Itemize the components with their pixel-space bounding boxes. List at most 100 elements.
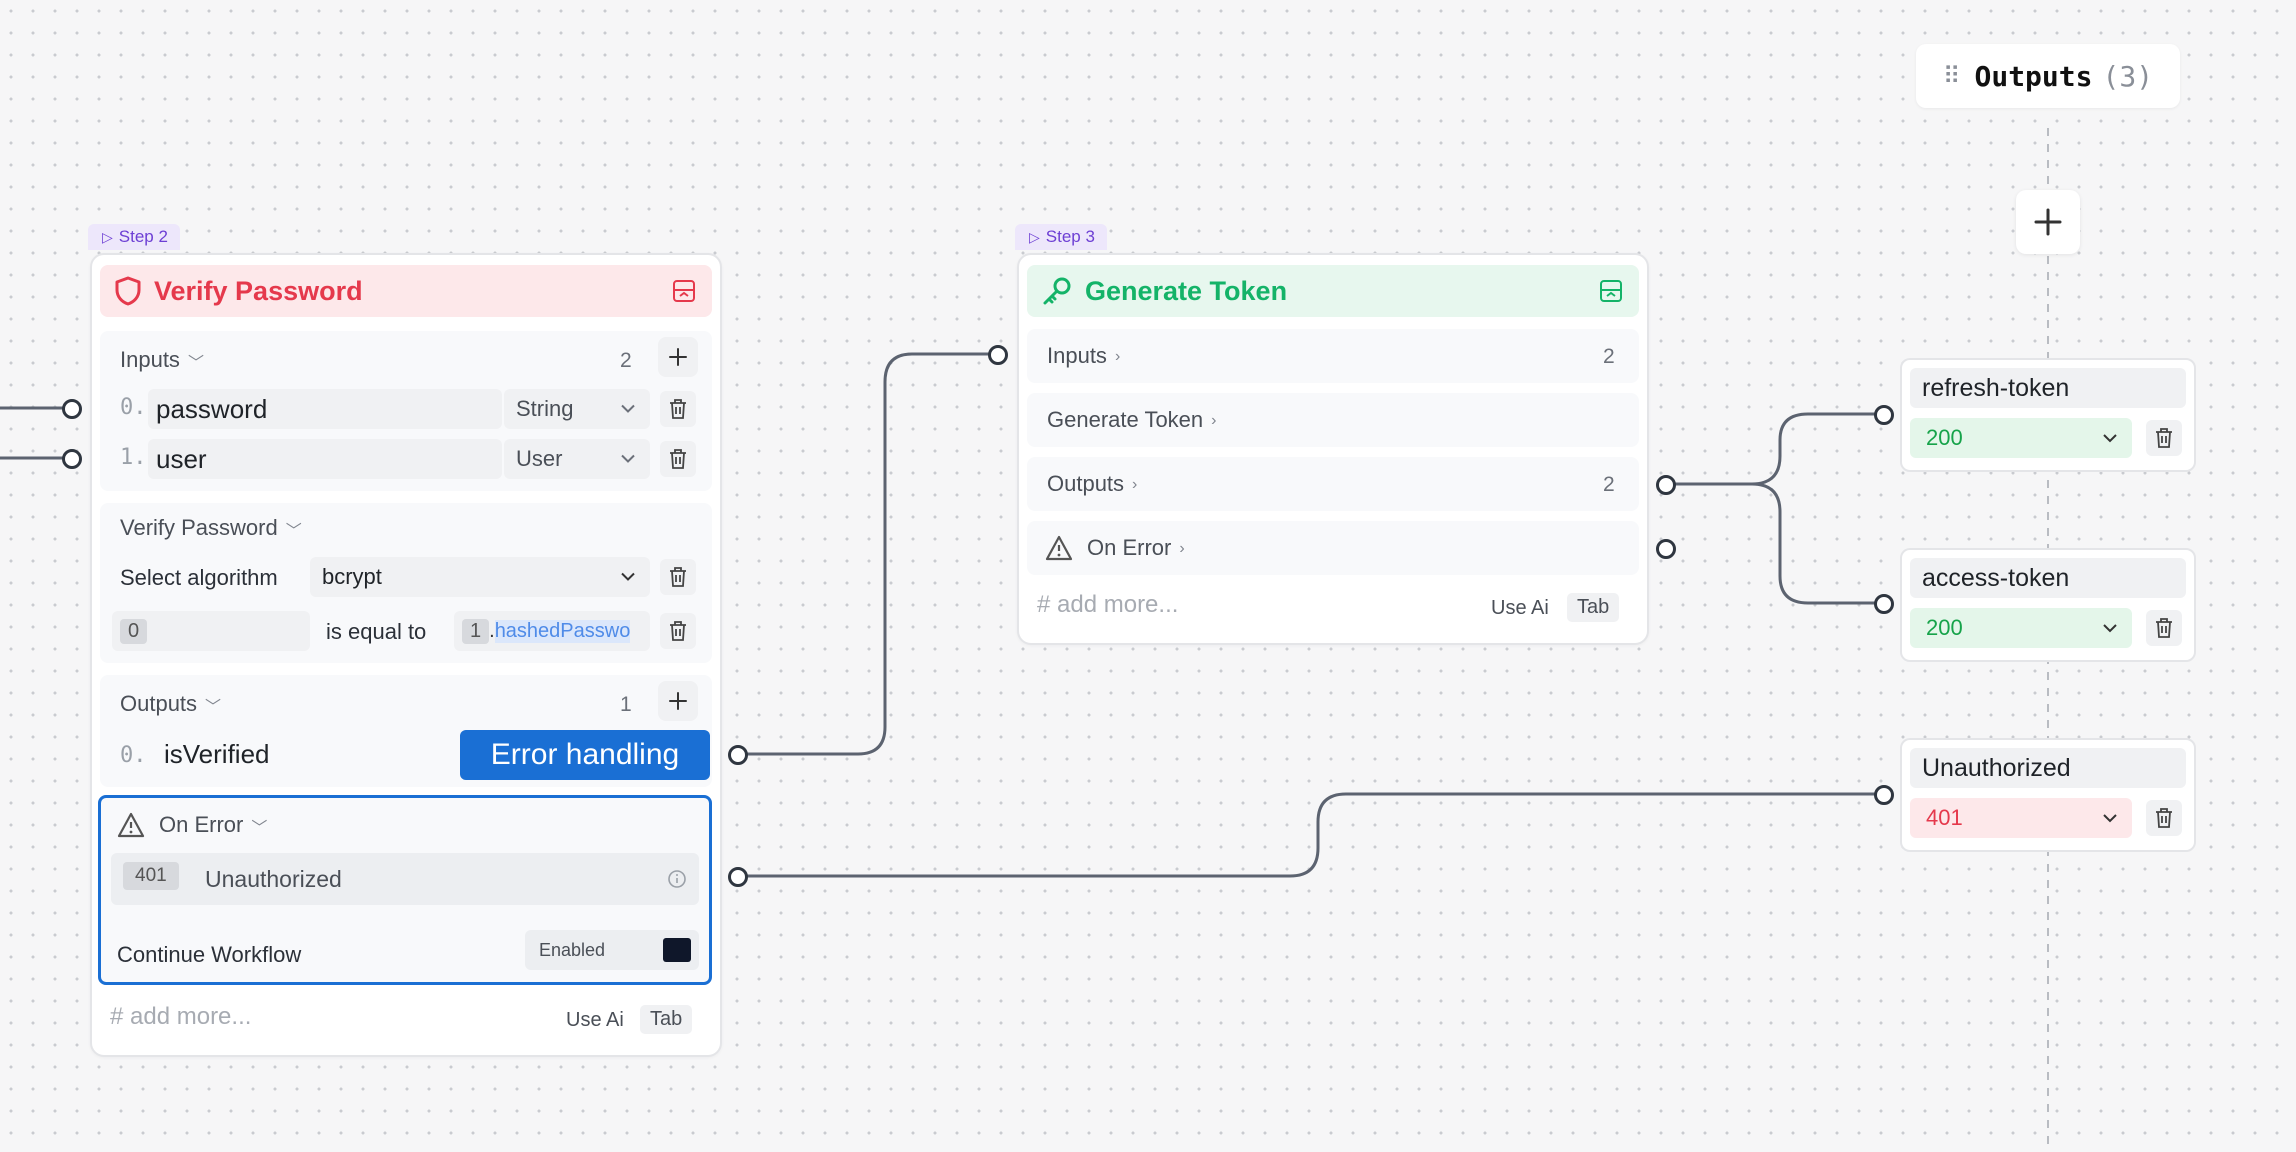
operator-label: is equal to <box>326 619 427 644</box>
outputs-count: 1 <box>620 693 632 716</box>
step3-output-port[interactable] <box>1656 475 1676 495</box>
chevron-down-icon <box>2103 814 2117 823</box>
output-port-isverified[interactable] <box>728 745 748 765</box>
input-port-user[interactable] <box>62 449 82 469</box>
step3-input-port[interactable] <box>988 345 1008 365</box>
generate-token-header[interactable]: Generate Token <box>1027 265 1639 317</box>
toggle-knob <box>663 938 691 962</box>
chevron-down-icon <box>621 404 635 413</box>
info-icon[interactable] <box>667 869 687 889</box>
response-name-field[interactable]: refresh-token <box>1910 368 2186 408</box>
algorithm-label: Select algorithm <box>120 565 278 590</box>
chevron-down-icon <box>2103 624 2117 633</box>
status-code-select[interactable]: 401 <box>1910 798 2132 838</box>
generate-token-node[interactable]: Generate Token Inputs › 2 Generate Token ›… <box>1017 253 1649 645</box>
lhs-ref-chip: 0 <box>120 618 148 644</box>
delete-condition-button[interactable] <box>660 613 696 649</box>
input-index-0: 0. <box>120 395 147 420</box>
outputs-label[interactable]: Outputs ﹀ <box>120 691 221 717</box>
on-error-label[interactable]: On Error ﹀ <box>159 812 267 838</box>
trash-icon <box>670 621 686 641</box>
response-output-access-token[interactable]: access-token 200 <box>1900 548 2196 662</box>
chevron-down-icon <box>2103 434 2117 443</box>
add-output-row-button[interactable] <box>658 681 698 721</box>
error-response-field[interactable]: 401 Unauthorized <box>111 853 699 905</box>
outputs-panel-count: (3) <box>2102 59 2154 93</box>
trash-icon <box>2156 428 2172 448</box>
input-port-password[interactable] <box>62 399 82 419</box>
step3-tag: ▷ Step 3 <box>1015 224 1107 250</box>
response-name-field[interactable]: access-token <box>1910 558 2186 598</box>
delete-algorithm-button[interactable] <box>660 559 696 595</box>
trash-icon <box>670 567 686 587</box>
chevron-down-icon: ﹀ <box>251 820 268 838</box>
step3-inputs-count: 2 <box>1603 345 1615 368</box>
delete-response-button[interactable] <box>2146 420 2182 456</box>
inputs-label[interactable]: Inputs ﹀ <box>120 347 204 373</box>
input-name-user[interactable]: user <box>148 439 502 479</box>
on-error-port[interactable] <box>728 867 748 887</box>
collapse-icon[interactable] <box>672 279 696 303</box>
step3-inputs-label: Inputs › <box>1047 343 1121 368</box>
chevron-down-icon: ﹀ <box>187 355 204 373</box>
outputs-panel-title: Outputs <box>1974 59 2093 93</box>
trash-icon <box>2156 618 2172 638</box>
plus-icon <box>2034 208 2062 236</box>
add-input-button[interactable] <box>658 337 698 377</box>
input-name-password[interactable]: password <box>148 389 502 429</box>
generate-token-title: Generate Token <box>1085 275 1288 306</box>
step3-add-more-input[interactable]: # add more... <box>1037 591 1178 619</box>
plus-icon <box>669 692 687 710</box>
add-output-button[interactable] <box>2016 190 2080 254</box>
step3-outputs-count: 2 <box>1603 473 1615 496</box>
step3-use-ai-label: Use Ai <box>1491 597 1549 619</box>
wire-onerror-to-unauthorized <box>738 792 1881 878</box>
input-index-1: 1. <box>120 445 147 470</box>
error-code-chip: 401 <box>123 862 179 890</box>
input-type-select-password[interactable]: String <box>504 389 650 429</box>
add-more-input[interactable]: # add more... <box>110 1003 251 1031</box>
trash-icon <box>670 399 686 419</box>
verify-section-label[interactable]: Verify Password ﹀ <box>120 515 302 541</box>
output-name-isverified[interactable]: isVerified <box>164 739 270 770</box>
delete-response-button[interactable] <box>2146 800 2182 836</box>
continue-workflow-toggle[interactable]: Enabled <box>525 930 699 970</box>
refresh-token-port[interactable] <box>1874 405 1894 425</box>
access-token-port[interactable] <box>1874 594 1894 614</box>
verify-password-header[interactable]: Verify Password <box>100 265 712 317</box>
response-name-field[interactable]: Unauthorized <box>1910 748 2186 788</box>
chevron-right-icon: › <box>1179 540 1185 558</box>
delete-input-user-button[interactable] <box>660 441 696 477</box>
chevron-down-icon <box>621 454 635 463</box>
condition-lhs-field[interactable]: 0 <box>112 611 310 651</box>
verify-password-node[interactable]: Verify Password Inputs ﹀ 2 0. password St… <box>90 253 722 1057</box>
chevron-right-icon: › <box>1132 476 1138 494</box>
chevron-right-icon: › <box>1211 412 1217 430</box>
chevron-right-icon: › <box>1114 348 1121 366</box>
step3-outputs-label: Outputs › <box>1047 471 1138 496</box>
status-code-select[interactable]: 200 <box>1910 608 2132 648</box>
outputs-panel-header[interactable]: ⠿ Outputs (3) <box>1916 44 2180 108</box>
step3-tab-key-hint: Tab <box>1567 593 1620 622</box>
rhs-ref-chip: 1 <box>462 618 490 644</box>
wire-step3-outputs-to-refresh-token <box>1666 412 1881 486</box>
delete-response-button[interactable] <box>2146 610 2182 646</box>
response-output-refresh-token[interactable]: refresh-token 200 <box>1900 358 2196 472</box>
collapse-icon[interactable] <box>1599 279 1623 303</box>
drag-handle-icon[interactable]: ⠿ <box>1943 62 1961 91</box>
warning-icon <box>117 812 145 838</box>
input-type-select-user[interactable]: User <box>504 439 650 479</box>
wire-isverified-to-step3-inputs <box>738 352 997 756</box>
status-code-select[interactable]: 200 <box>1910 418 2132 458</box>
output-index-0: 0. <box>120 743 147 768</box>
on-error-section[interactable]: On Error ﹀ 401 Unauthorized Continue Work… <box>98 795 712 985</box>
play-icon: ▷ <box>1029 229 1040 245</box>
step3-on-error-port[interactable] <box>1656 539 1676 559</box>
delete-input-password-button[interactable] <box>660 391 696 427</box>
algorithm-select[interactable]: bcrypt <box>310 557 650 597</box>
condition-rhs-field[interactable]: 1 . hashedPasswo <box>454 611 650 651</box>
unauthorized-port[interactable] <box>1874 785 1894 805</box>
step2-tag: ▷ Step 2 <box>88 224 180 250</box>
response-output-unauthorized[interactable]: Unauthorized 401 <box>1900 738 2196 852</box>
continue-workflow-label: Continue Workflow <box>117 942 302 967</box>
